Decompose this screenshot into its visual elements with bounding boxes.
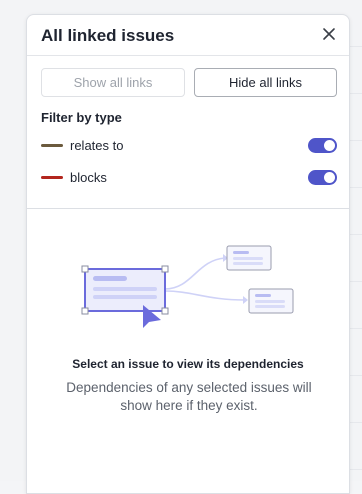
panel-title: All linked issues [41,26,174,46]
toggle-knob [324,140,335,151]
empty-state-title: Select an issue to view its dependencies [27,357,349,371]
filter-item-relates-to: relates to [41,136,337,156]
dependency-graph-icon [77,240,307,340]
hide-all-links-button[interactable]: Hide all links [194,68,337,97]
section-divider [27,208,349,209]
show-all-links-button[interactable]: Show all links [41,68,185,97]
filter-by-type-heading: Filter by type [41,110,122,125]
toggle-knob [324,172,335,183]
blocks-toggle[interactable] [308,170,337,185]
panel-header: All linked issues [27,15,349,55]
close-icon[interactable] [321,26,337,42]
blocks-line-swatch [41,176,63,179]
relates-to-line-swatch [41,144,63,147]
linked-issues-panel: All linked issues Show all links Hide al… [26,14,350,494]
filter-item-label: blocks [70,170,107,185]
header-divider [27,55,349,56]
relates-to-toggle[interactable] [308,138,337,153]
empty-state-description: Dependencies of any selected issues will… [53,379,325,415]
filter-item-label: relates to [70,138,123,153]
filter-item-blocks: blocks [41,168,337,188]
